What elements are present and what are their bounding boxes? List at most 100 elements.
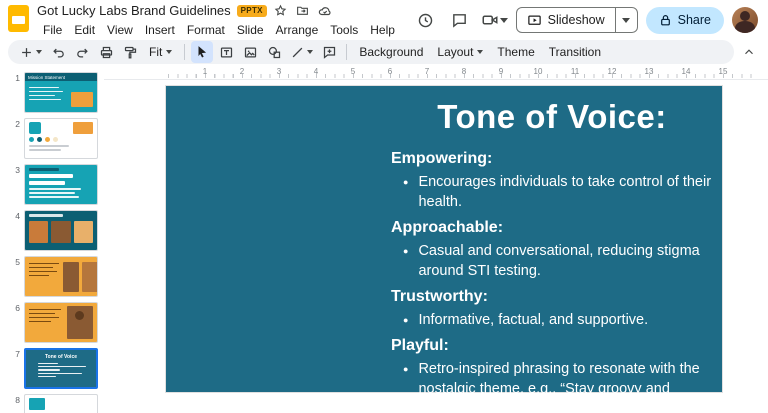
thumbnail-row: 2	[6, 118, 100, 159]
thumbnail-row: 7 Tone of Voice	[6, 348, 100, 389]
slideshow-options-button[interactable]	[614, 8, 637, 32]
slideshow-button[interactable]: Slideshow	[517, 8, 615, 32]
document-title[interactable]: Got Lucky Labs Brand Guidelines	[37, 3, 231, 18]
toolbar-row: Fit Background Layout Theme Transition	[0, 38, 768, 66]
thumbnail-title-bar	[29, 168, 59, 171]
meet-call-button[interactable]	[481, 11, 508, 29]
ruler-number: 11	[570, 67, 580, 76]
insert-image-button[interactable]	[239, 41, 261, 63]
section-heading[interactable]: Approachable:	[391, 219, 713, 237]
undo-button[interactable]	[47, 41, 69, 63]
section-heading[interactable]: Trustworthy:	[391, 288, 713, 306]
background-button[interactable]: Background	[353, 41, 429, 63]
slide-section: Empowering: Encourages individuals to ta…	[391, 150, 713, 212]
slide-thumbnail-2[interactable]	[24, 118, 98, 159]
move-folder-icon[interactable]	[295, 3, 311, 19]
slide-number: 5	[15, 257, 20, 267]
slide-title[interactable]: Tone of Voice:	[391, 98, 713, 136]
menu-help[interactable]: Help	[364, 21, 401, 39]
thumbnail-swatch	[29, 398, 45, 410]
redo-button[interactable]	[71, 41, 93, 63]
collapse-toolbar-button[interactable]	[738, 41, 760, 63]
slide-text-box[interactable]: Tone of Voice: Empowering: Encourages in…	[391, 98, 713, 413]
thumbnail-text-lines	[29, 174, 73, 178]
slide-thumbnail-8[interactable]	[24, 394, 98, 413]
thumbnail-row: 5	[6, 256, 100, 297]
layout-button[interactable]: Layout	[431, 41, 489, 63]
theme-button[interactable]: Theme	[491, 41, 540, 63]
slide-thumbnail-6[interactable]	[24, 302, 98, 343]
bullet-text[interactable]: Casual and conversational, reducing stig…	[418, 241, 713, 281]
slide-section: Playful: Retro-inspired phrasing to reso…	[391, 337, 713, 413]
insert-comment-button[interactable]	[318, 41, 340, 63]
section-heading[interactable]: Playful:	[391, 337, 713, 355]
bullet-text[interactable]: Retro-inspired phrasing to resonate with…	[418, 359, 713, 413]
section-heading[interactable]: Empowering:	[391, 150, 713, 168]
slide-thumbnail-5[interactable]	[24, 256, 98, 297]
menu-tools[interactable]: Tools	[324, 21, 364, 39]
toolbar-divider	[346, 44, 348, 60]
share-button[interactable]: Share	[645, 6, 724, 34]
menu-file[interactable]: File	[37, 21, 68, 39]
thumbnail-row: 6	[6, 302, 100, 343]
thumbnail-art	[29, 122, 93, 134]
slide-thumbnail-1[interactable]: Mission Statement	[24, 72, 98, 113]
slide-number: 8	[15, 395, 20, 405]
menu-bar: File Edit View Insert Format Slide Arran…	[37, 21, 401, 39]
thumbnail-text-lines	[30, 363, 92, 377]
slides-logo-icon[interactable]	[8, 4, 29, 32]
chevron-down-icon	[499, 17, 508, 23]
toolbar-divider	[184, 44, 186, 60]
chevron-down-icon	[36, 50, 42, 54]
cloud-status-icon[interactable]	[317, 3, 333, 19]
menu-format[interactable]: Format	[181, 21, 231, 39]
text-box-tool-button[interactable]	[215, 41, 237, 63]
current-slide[interactable]: Tone of Voice: Empowering: Encourages in…	[166, 86, 722, 413]
select-tool-button[interactable]	[191, 41, 214, 63]
bullet-text[interactable]: Informative, factual, and supportive.	[418, 310, 648, 330]
layout-label: Layout	[437, 45, 474, 59]
thumbnail-title: Tone of Voice	[44, 354, 78, 360]
version-history-icon[interactable]	[413, 7, 439, 33]
slide-number: 1	[15, 73, 20, 83]
ruler-number: 15	[718, 67, 728, 76]
insert-line-button[interactable]	[287, 41, 316, 63]
menu-edit[interactable]: Edit	[68, 21, 101, 39]
thumbnail-image	[73, 122, 93, 134]
ruler-number: 10	[533, 67, 543, 76]
menu-view[interactable]: View	[101, 21, 139, 39]
bullet-text[interactable]: Encourages individuals to take control o…	[418, 172, 713, 212]
ruler-number: 4	[313, 67, 319, 76]
menu-arrange[interactable]: Arrange	[270, 21, 325, 39]
main-content: 1 Mission Statement 2 3 4 5 6 7 Tone of …	[0, 66, 768, 413]
ruler-number: 12	[607, 67, 617, 76]
thumbnail-art	[25, 81, 97, 110]
comments-icon[interactable]	[447, 7, 473, 33]
theme-label: Theme	[497, 45, 535, 59]
insert-shape-button[interactable]	[263, 41, 285, 63]
slideshow-split-button: Slideshow	[515, 7, 638, 33]
slide-thumbnail-3[interactable]	[24, 164, 98, 205]
zoom-fit-select[interactable]: Fit	[143, 41, 178, 63]
slide-number: 4	[15, 211, 20, 221]
ruler-number: 9	[498, 67, 504, 76]
slide-number: 6	[15, 303, 20, 313]
slide-thumbnail-7-selected[interactable]: Tone of Voice	[24, 348, 98, 389]
avatar[interactable]	[732, 7, 758, 33]
new-slide-button[interactable]	[16, 41, 45, 63]
slide-thumbnail-4[interactable]	[24, 210, 98, 251]
thumbnail-row: 1 Mission Statement	[6, 72, 100, 113]
menu-slide[interactable]: Slide	[231, 21, 270, 39]
top-bar: Got Lucky Labs Brand Guidelines PPTX Fil…	[0, 0, 768, 38]
star-icon[interactable]	[273, 3, 289, 19]
print-button[interactable]	[95, 41, 117, 63]
thumbnail-title: Mission Statement	[25, 73, 97, 81]
slide-number: 2	[15, 119, 20, 129]
transition-button[interactable]: Transition	[543, 41, 607, 63]
slide-number: 7	[15, 349, 20, 359]
paint-format-button[interactable]	[119, 41, 141, 63]
chevron-down-icon	[477, 50, 484, 54]
file-type-badge: PPTX	[236, 4, 267, 17]
background-label: Background	[359, 45, 424, 59]
menu-insert[interactable]: Insert	[139, 21, 181, 39]
